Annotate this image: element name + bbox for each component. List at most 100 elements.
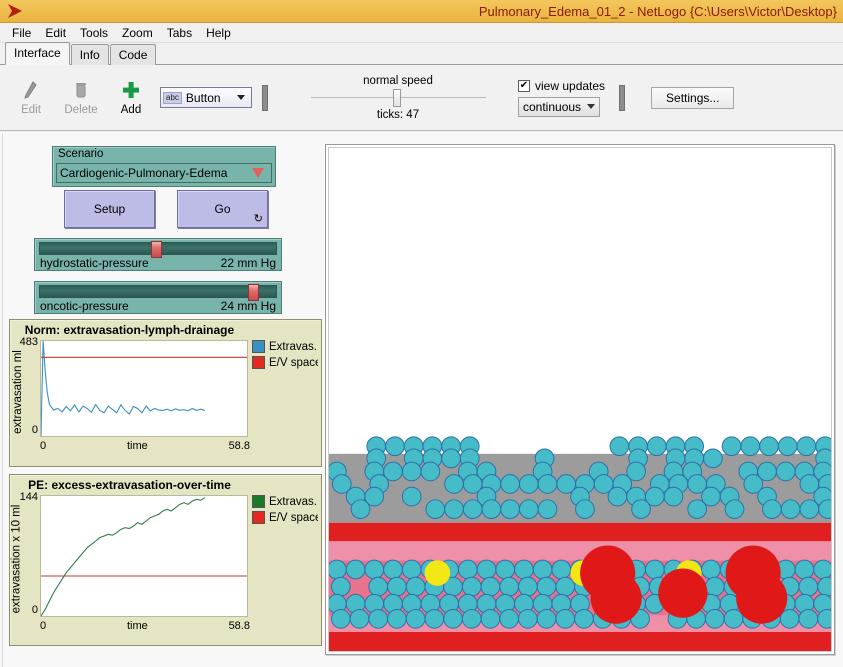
- menu-file[interactable]: File: [5, 24, 38, 42]
- plot1-ylabel: extravasation ml: [12, 350, 24, 434]
- scenario-chooser[interactable]: Scenario Cardiogenic-Pulmonary-Edema: [52, 146, 276, 187]
- setup-button[interactable]: Setup: [64, 190, 155, 228]
- hydrostatic-pressure-label: hydrostatic-pressure: [40, 256, 149, 270]
- hydrostatic-pressure-slider[interactable]: hydrostatic-pressure 22 mm Hg: [34, 238, 282, 271]
- view-updates-row[interactable]: ✔ view updates: [518, 79, 605, 93]
- plot2-title: PE: excess-extravasation-over-time: [10, 475, 249, 492]
- plot1-xlabel: time: [127, 440, 148, 452]
- menu-tabs[interactable]: Tabs: [160, 24, 199, 42]
- scenario-chooser-box[interactable]: Cardiogenic-Pulmonary-Edema: [56, 163, 272, 183]
- view-updates-label: view updates: [535, 79, 605, 93]
- interface-content: Scenario Cardiogenic-Pulmonary-Edema Set…: [0, 132, 843, 667]
- plot2-legend-swatch-extravas: [252, 495, 265, 508]
- menu-help[interactable]: Help: [199, 24, 238, 42]
- view-updates-checkbox[interactable]: ✔: [518, 80, 530, 92]
- plot1-xmin-label: 0: [40, 440, 46, 452]
- oncotic-pressure-row: oncotic-pressure 24 mm Hg: [40, 299, 276, 313]
- toolbar-separator-1: [262, 85, 268, 111]
- plot2-legend-item-extravas[interactable]: Extravas.: [252, 495, 318, 508]
- chevron-down-icon: [237, 95, 245, 100]
- plot1-title: Norm: extravasation-lymph-drainage: [10, 320, 249, 337]
- plot2-ymax-label: 144: [12, 491, 38, 503]
- speed-slider-group: normal speed ticks: 47: [298, 75, 498, 121]
- add-button-label: Add: [121, 104, 141, 116]
- ticks-counter: ticks: 47: [377, 109, 419, 121]
- oncotic-pressure-slider[interactable]: oncotic-pressure 24 mm Hg: [34, 281, 282, 314]
- go-button-label: Go: [214, 202, 230, 216]
- delete-button[interactable]: Delete: [56, 79, 106, 116]
- tab-code[interactable]: Code: [110, 44, 157, 65]
- delete-button-label: Delete: [64, 104, 97, 116]
- plot2-xaxis: 0 time 58.8: [40, 620, 250, 632]
- menu-edit[interactable]: Edit: [38, 24, 73, 42]
- plot1-xaxis: 0 time 58.8: [40, 440, 250, 452]
- plus-icon: [121, 79, 141, 101]
- plot2-legend-item-ev-space[interactable]: E/V space: [252, 511, 318, 524]
- plot1-legend-label-extravas: Extravas.: [269, 341, 317, 353]
- go-button[interactable]: Go ↻: [177, 190, 268, 228]
- speed-slider[interactable]: [311, 89, 486, 107]
- edit-button[interactable]: Edit: [6, 79, 56, 116]
- plot2-xmin-label: 0: [40, 620, 46, 632]
- oncotic-pressure-label: oncotic-pressure: [40, 299, 129, 313]
- scenario-chooser-value: Cardiogenic-Pulmonary-Edema: [60, 166, 252, 180]
- plot1-legend-swatch-extravas: [252, 340, 265, 353]
- netlogo-world-canvas[interactable]: [328, 147, 832, 652]
- plot2-legend-label-extravas: Extravas.: [269, 496, 317, 508]
- plot2-xmax-label: 58.8: [229, 620, 250, 632]
- scenario-chooser-label: Scenario: [53, 147, 275, 160]
- add-button[interactable]: Add: [106, 79, 156, 116]
- plot2-legend-swatch-ev-space: [252, 511, 265, 524]
- pencil-icon: [22, 79, 40, 101]
- abc-badge-icon: abc: [163, 92, 182, 104]
- plot1-legend-item-ev-space[interactable]: E/V space: [252, 356, 318, 369]
- oncotic-pressure-value: 24 mm Hg: [221, 299, 276, 313]
- forever-loop-icon: ↻: [254, 214, 263, 225]
- window-title: Pulmonary_Edema_01_2 - NetLogo {C:\Users…: [0, 4, 837, 19]
- plot1-xmax-label: 58.8: [229, 440, 250, 452]
- plot2-canvas: [40, 495, 248, 617]
- plot1-legend-swatch-ev-space: [252, 356, 265, 369]
- plot2-xlabel: time: [127, 620, 148, 632]
- plot-pe-excess-extravasation-over-time[interactable]: PE: excess-extravasation-over-time 144 0…: [9, 474, 322, 646]
- trash-icon: [73, 79, 89, 101]
- menu-bar: File Edit Tools Zoom Tabs Help: [0, 23, 843, 43]
- hydrostatic-pressure-row: hydrostatic-pressure 22 mm Hg: [40, 256, 276, 270]
- menu-tools[interactable]: Tools: [73, 24, 115, 42]
- plot-norm-extravasation-lymph-drainage[interactable]: Norm: extravasation-lymph-drainage 483 0…: [9, 319, 322, 467]
- oncotic-pressure-track[interactable]: [39, 285, 277, 298]
- hydrostatic-pressure-value: 22 mm Hg: [221, 256, 276, 270]
- plot1-legend-label-ev-space: E/V space: [269, 357, 318, 369]
- update-mode-value: continuous: [523, 100, 581, 114]
- plot1-legend: Extravas. E/V space: [252, 340, 318, 369]
- speed-slider-thumb[interactable]: [393, 89, 401, 107]
- edit-button-label: Edit: [21, 104, 41, 116]
- view-updates-group: ✔ view updates continuous: [518, 79, 605, 117]
- plot1-body: 483 0 extravasation ml 0 time 58.8 Extra…: [10, 338, 321, 466]
- update-mode-combo[interactable]: continuous: [518, 97, 600, 117]
- chevron-down-icon: [587, 104, 595, 109]
- netlogo-world-view[interactable]: [325, 144, 835, 655]
- widget-workspace: Scenario Cardiogenic-Pulmonary-Edema Set…: [2, 133, 843, 667]
- chooser-dropdown-icon[interactable]: [252, 168, 264, 178]
- plot1-legend-item-extravas[interactable]: Extravas.: [252, 340, 318, 353]
- interface-toolbar: Edit Delete Add abc Button normal speed: [0, 65, 843, 131]
- widget-type-value: Button: [186, 91, 233, 105]
- plot2-legend-label-ev-space: E/V space: [269, 512, 318, 524]
- settings-button[interactable]: Settings...: [651, 87, 734, 109]
- setup-button-label: Setup: [94, 202, 125, 216]
- plot2-legend: Extravas. E/V space: [252, 495, 318, 524]
- plot2-ylabel: extravasation x 10 ml: [10, 505, 22, 614]
- plot1-ymax-label: 483: [12, 336, 38, 348]
- tab-bar: Interface Info Code: [0, 43, 843, 65]
- menu-zoom[interactable]: Zoom: [115, 24, 160, 42]
- tab-info[interactable]: Info: [71, 44, 109, 65]
- plot2-body: 144 0 extravasation x 10 ml 0 time 58.8 …: [10, 493, 321, 645]
- plot1-canvas: [40, 340, 248, 437]
- speed-label: normal speed: [363, 75, 433, 87]
- widget-type-combo[interactable]: abc Button: [160, 87, 252, 108]
- tab-interface[interactable]: Interface: [5, 42, 70, 65]
- hydrostatic-pressure-track[interactable]: [39, 242, 277, 255]
- window-title-bar: Pulmonary_Edema_01_2 - NetLogo {C:\Users…: [0, 0, 843, 23]
- toolbar-separator-2: [619, 85, 625, 111]
